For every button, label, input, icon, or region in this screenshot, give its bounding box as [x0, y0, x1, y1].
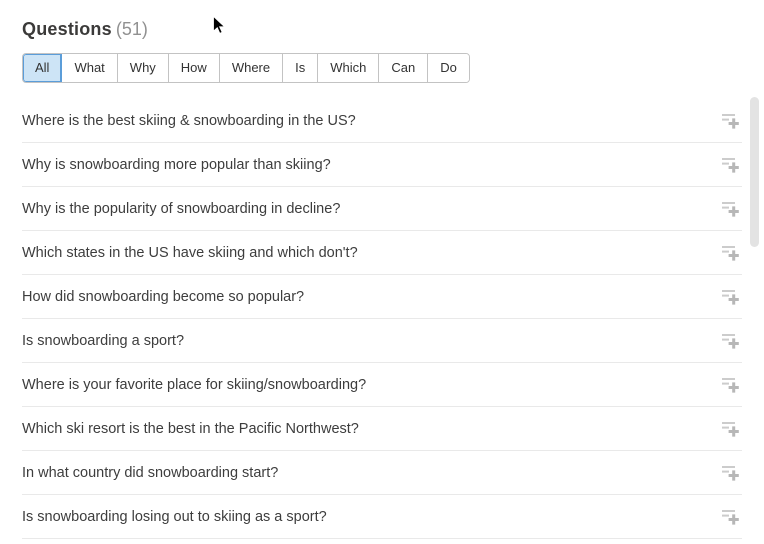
question-row[interactable]: Where is the best skiing & snowboarding … — [22, 99, 742, 143]
filter-tab[interactable]: Which — [318, 54, 379, 82]
question-text: Where is your favorite place for skiing/… — [22, 377, 366, 393]
add-to-list-icon[interactable] — [720, 199, 740, 219]
question-row[interactable]: Is snowboarding losing out to skiing as … — [22, 495, 742, 539]
question-text: Is snowboarding losing out to skiing as … — [22, 509, 327, 525]
question-text: In what country did snowboarding start? — [22, 465, 278, 481]
add-to-list-icon[interactable] — [720, 463, 740, 483]
question-text: Where is the best skiing & snowboarding … — [22, 113, 356, 129]
add-to-list-icon[interactable] — [720, 331, 740, 351]
question-text: Why is snowboarding more popular than sk… — [22, 157, 331, 173]
question-count: (51) — [116, 19, 148, 39]
filter-tab[interactable]: All — [23, 54, 62, 82]
question-row[interactable]: Which states in the US have skiing and w… — [22, 231, 742, 275]
filter-tab[interactable]: Is — [283, 54, 318, 82]
question-row[interactable]: Is snowboarding a sport? — [22, 319, 742, 363]
question-row[interactable]: In what country did snowboarding start? — [22, 451, 742, 495]
question-row[interactable]: Why is the popularity of snowboarding in… — [22, 187, 742, 231]
filter-tab[interactable]: How — [169, 54, 220, 82]
add-to-list-icon[interactable] — [720, 507, 740, 527]
scrollbar-thumb[interactable] — [750, 97, 759, 247]
add-to-list-icon[interactable] — [720, 243, 740, 263]
question-text: Why is the popularity of snowboarding in… — [22, 201, 340, 217]
questions-panel: Questions(51) AllWhatWhyHowWhereIsWhichC… — [0, 0, 764, 539]
page-header: Questions(51) — [22, 17, 742, 41]
add-to-list-icon[interactable] — [720, 419, 740, 439]
filter-tab[interactable]: Where — [220, 54, 283, 82]
add-to-list-icon[interactable] — [720, 111, 740, 131]
add-to-list-icon[interactable] — [720, 287, 740, 307]
question-row[interactable]: Why is snowboarding more popular than sk… — [22, 143, 742, 187]
question-text: Which ski resort is the best in the Paci… — [22, 421, 359, 437]
question-row[interactable]: Where is your favorite place for skiing/… — [22, 363, 742, 407]
filter-tab[interactable]: Why — [118, 54, 169, 82]
filter-tab[interactable]: Can — [379, 54, 428, 82]
question-row[interactable]: How did snowboarding become so popular? — [22, 275, 742, 319]
filter-tab[interactable]: What — [62, 54, 117, 82]
question-text: How did snowboarding become so popular? — [22, 289, 304, 305]
add-to-list-icon[interactable] — [720, 375, 740, 395]
question-text: Which states in the US have skiing and w… — [22, 245, 358, 261]
question-filter-tabs: AllWhatWhyHowWhereIsWhichCanDo — [22, 53, 470, 83]
filter-tab[interactable]: Do — [428, 54, 469, 82]
question-text: Is snowboarding a sport? — [22, 333, 184, 349]
page-title: Questions — [22, 19, 112, 39]
question-list: Where is the best skiing & snowboarding … — [22, 99, 742, 539]
question-row[interactable]: Which ski resort is the best in the Paci… — [22, 407, 742, 451]
add-to-list-icon[interactable] — [720, 155, 740, 175]
